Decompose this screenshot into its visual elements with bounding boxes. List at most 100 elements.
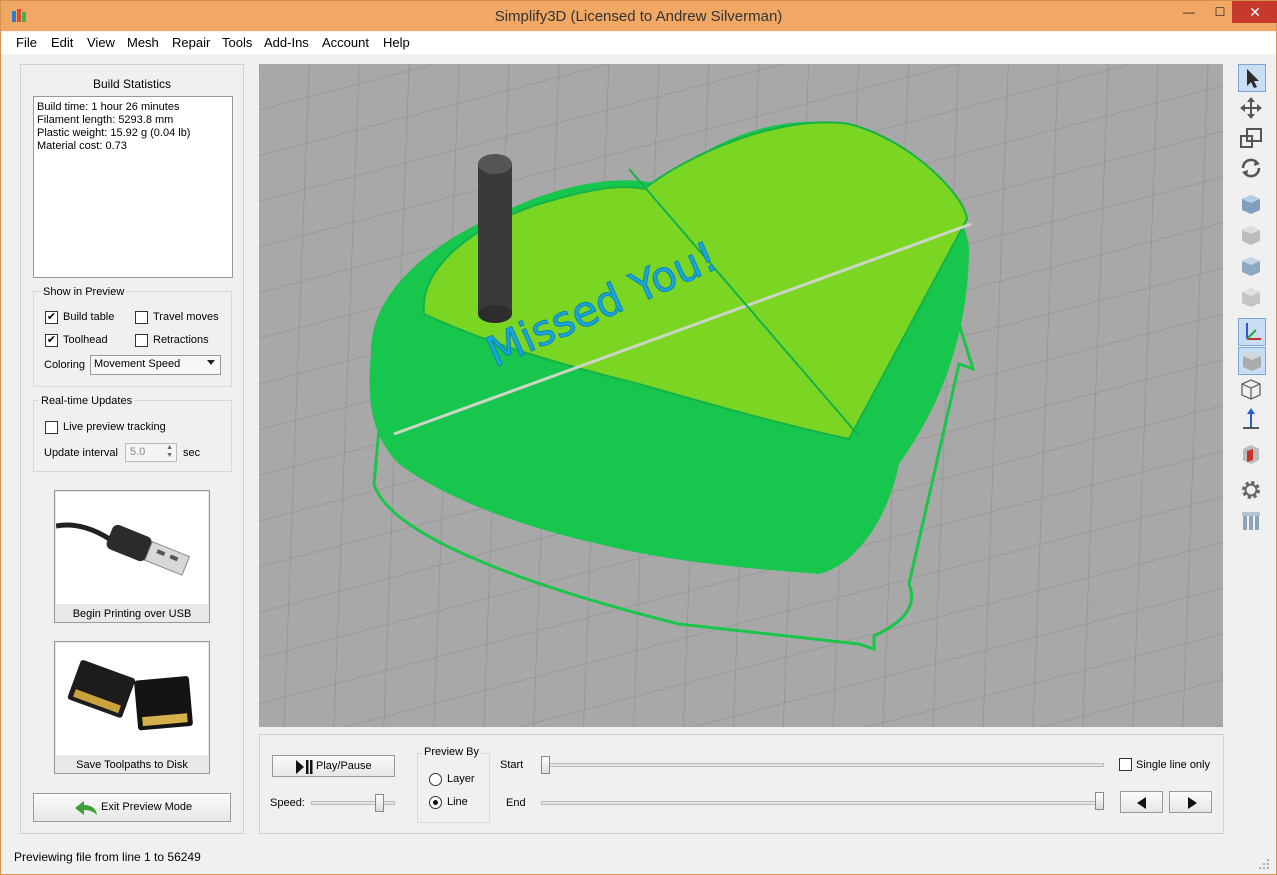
menu-file[interactable]: File xyxy=(16,35,37,50)
radio-selected-dot xyxy=(433,800,438,805)
minimize-button[interactable]: — xyxy=(1174,1,1204,23)
preview-by-layer-radio[interactable] xyxy=(429,773,442,786)
play-pause-button[interactable]: Play/Pause xyxy=(272,755,395,777)
spin-arrows-icon: ▲ ▼ xyxy=(166,444,173,459)
coloring-select[interactable]: Movement Speed xyxy=(90,355,221,375)
update-interval-unit: sec xyxy=(183,447,201,459)
solid-cube-icon xyxy=(1243,352,1261,371)
arrow-left-icon xyxy=(1137,797,1146,809)
retractions-checkbox[interactable] xyxy=(135,334,148,347)
show-in-preview-group: Show in Preview ✔ Build table Travel mov… xyxy=(33,286,232,387)
build-statistics-title: Build Statistics xyxy=(92,77,172,91)
cube-top-icon xyxy=(1242,257,1260,276)
build-table-checkbox[interactable]: ✔ xyxy=(45,311,58,324)
toolhead-icon xyxy=(478,154,512,323)
show-in-preview-title: Show in Preview xyxy=(41,286,127,298)
status-text: Previewing file from line 1 to 56249 xyxy=(14,850,201,864)
show-axes-tool[interactable] xyxy=(1238,318,1266,346)
cube-blue-icon xyxy=(1242,195,1260,214)
select-tool[interactable] xyxy=(1238,64,1266,92)
travel-moves-checkbox[interactable] xyxy=(135,311,148,324)
wireframe-cube-icon xyxy=(1241,379,1261,400)
play-pause-label: Play/Pause xyxy=(316,760,372,772)
menu-add-ins[interactable]: Add-Ins xyxy=(264,35,309,50)
disk-button-label: Save Toolpaths to Disk xyxy=(76,759,188,771)
move-arrows-icon xyxy=(1240,97,1262,119)
start-slider-handle[interactable] xyxy=(541,756,550,774)
update-interval-label: Update interval xyxy=(44,447,118,459)
toolhead-checkbox[interactable]: ✔ xyxy=(45,334,58,347)
scale-tool[interactable] xyxy=(1238,125,1266,153)
cube-side-icon xyxy=(1242,288,1260,307)
3d-preview-viewport[interactable]: Missed You! xyxy=(259,64,1223,727)
back-arrow-icon xyxy=(75,801,97,815)
stat-plastic-weight: Plastic weight: 15.92 g (0.04 lb) xyxy=(37,127,191,139)
axes-icon xyxy=(1246,323,1261,340)
retractions-label: Retractions xyxy=(153,334,209,346)
menu-help[interactable]: Help xyxy=(383,35,410,50)
view-front-tool[interactable] xyxy=(1238,222,1266,250)
viewport-canvas: Missed You! xyxy=(259,64,1223,727)
preview-by-line-radio[interactable] xyxy=(429,796,442,809)
menu-mesh[interactable]: Mesh xyxy=(127,35,159,50)
realtime-updates-title: Real-time Updates xyxy=(39,395,135,407)
update-interval-spinbox[interactable]: 5.0 ▲ ▼ xyxy=(125,443,177,462)
preview-by-layer-label: Layer xyxy=(447,773,475,785)
menu-tools[interactable]: Tools xyxy=(222,35,252,50)
solid-view-tool[interactable] xyxy=(1238,347,1266,375)
window-title: Simplify3D (Licensed to Andrew Silverman… xyxy=(494,8,783,25)
preview-by-line-label: Line xyxy=(447,796,468,808)
end-slider-track[interactable] xyxy=(541,801,1104,805)
maximize-button[interactable]: ☐ xyxy=(1205,1,1235,23)
menu-account[interactable]: Account xyxy=(322,35,369,50)
support-pillars-icon xyxy=(1242,512,1260,530)
stat-build-time: Build time: 1 hour 26 minutes xyxy=(37,101,180,113)
cursor-arrow-icon xyxy=(1247,69,1259,88)
support-tool[interactable] xyxy=(1238,508,1266,536)
update-interval-value: 5.0 xyxy=(130,446,146,458)
stat-material-cost: Material cost: 0.73 xyxy=(37,140,127,152)
coloring-label: Coloring xyxy=(44,359,85,371)
view-top-tool[interactable] xyxy=(1238,253,1266,281)
view-iso-tool[interactable] xyxy=(1238,191,1266,219)
toolhead-label: Toolhead xyxy=(63,334,108,346)
menu-bar: File Edit View Mesh Repair Tools Add-Ins… xyxy=(1,32,1276,54)
resize-grip-icon[interactable] xyxy=(1258,858,1270,870)
live-preview-tracking-checkbox[interactable] xyxy=(45,421,58,434)
step-forward-button[interactable] xyxy=(1169,791,1212,813)
single-line-only-label: Single line only xyxy=(1136,759,1210,771)
speed-label: Speed: xyxy=(270,797,305,809)
cross-section-tool[interactable] xyxy=(1238,441,1266,469)
build-statistics-box: Build time: 1 hour 26 minutes Filament l… xyxy=(33,96,233,278)
exit-preview-label: Exit Preview Mode xyxy=(101,801,193,813)
speed-slider-handle[interactable] xyxy=(374,794,384,812)
gear-icon xyxy=(1242,481,1260,499)
menu-view[interactable]: View xyxy=(87,35,115,50)
start-slider-track[interactable] xyxy=(541,763,1104,767)
save-toolpaths-button[interactable]: Save Toolpaths to Disk xyxy=(54,641,210,774)
start-label: Start xyxy=(500,759,524,771)
play-pause-icon xyxy=(296,760,313,774)
rotate-tool[interactable] xyxy=(1238,155,1266,183)
sd-card-icon xyxy=(56,643,208,755)
single-line-only-checkbox[interactable] xyxy=(1119,758,1132,771)
close-button[interactable]: ✕ xyxy=(1232,1,1277,23)
menu-edit[interactable]: Edit xyxy=(51,35,73,50)
normals-tool[interactable] xyxy=(1238,406,1266,434)
live-preview-tracking-label: Live preview tracking xyxy=(63,421,166,433)
move-tool[interactable] xyxy=(1238,95,1266,123)
playback-panel: Play/Pause Speed: Preview By Layer Line … xyxy=(259,734,1224,834)
build-table-label: Build table xyxy=(63,311,115,323)
exit-preview-button[interactable]: Exit Preview Mode xyxy=(33,793,231,822)
left-panel: Build Statistics Build time: 1 hour 26 m… xyxy=(20,64,244,834)
settings-tool[interactable] xyxy=(1238,477,1266,505)
menu-repair[interactable]: Repair xyxy=(172,35,210,50)
begin-printing-usb-button[interactable]: Begin Printing over USB xyxy=(54,490,210,623)
status-bar: Previewing file from line 1 to 56249 xyxy=(1,846,1276,874)
end-slider-handle[interactable] xyxy=(1095,792,1104,810)
view-side-tool[interactable] xyxy=(1238,284,1266,312)
realtime-updates-group: Real-time Updates Live preview tracking … xyxy=(33,395,232,472)
step-back-button[interactable] xyxy=(1120,791,1163,813)
stat-filament-length: Filament length: 5293.8 mm xyxy=(37,114,174,126)
wireframe-view-tool[interactable] xyxy=(1238,376,1266,404)
